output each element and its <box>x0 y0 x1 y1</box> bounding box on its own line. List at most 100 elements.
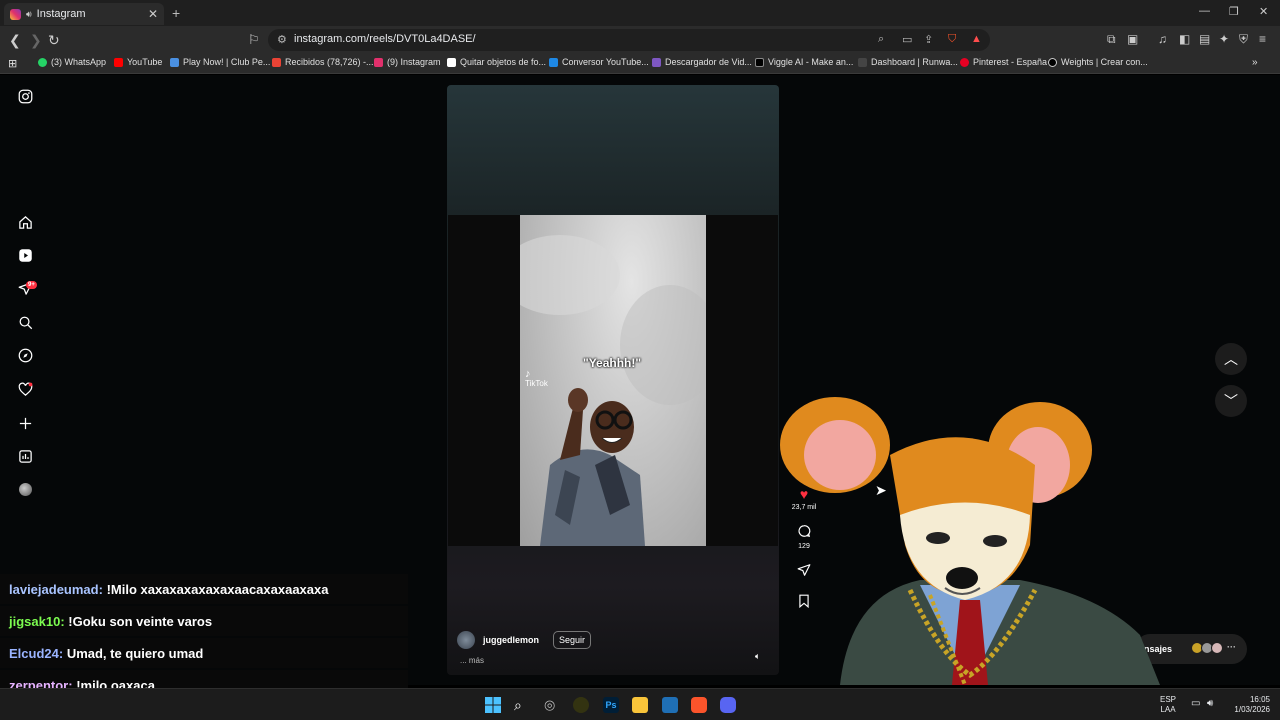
instagram-logo-icon[interactable] <box>16 89 34 107</box>
more-bookmarks-icon[interactable]: » <box>1252 57 1258 68</box>
vpn-icon[interactable]: ⛨ <box>1239 32 1248 47</box>
mute-toggle-icon[interactable]: 🔈︎ <box>755 651 760 662</box>
photoroom-icon <box>447 57 456 67</box>
bookmark-weights[interactable]: Weights | Crear con... <box>1048 57 1148 67</box>
bookmark-runway[interactable]: Dashboard | Runwa... <box>858 57 958 67</box>
instagram-icon <box>374 57 383 67</box>
new-tab-button[interactable]: + <box>172 5 180 21</box>
dashboard-insights-icon[interactable] <box>16 449 34 467</box>
club-penguin-icon <box>170 57 179 67</box>
explore-compass-icon[interactable] <box>16 348 34 366</box>
leo-ai-icon[interactable]: ✦ <box>1219 32 1229 46</box>
reels-icon[interactable] <box>16 248 34 266</box>
discord-icon[interactable] <box>720 697 736 713</box>
notifications-heart-icon[interactable] <box>16 382 34 400</box>
language-code: ESP <box>1160 695 1177 704</box>
home-icon[interactable] <box>16 215 34 233</box>
notification-badge: 9+ <box>26 281 37 289</box>
bookmark-label: (3) WhatsApp <box>51 57 107 67</box>
author-avatar[interactable] <box>457 631 475 649</box>
bookmark-descargador[interactable]: Descargador de Vid... <box>652 57 752 67</box>
bookmark-viggle[interactable]: Viggle AI - Make an... <box>755 57 853 67</box>
site-info-icon[interactable]: ⚙ <box>277 33 287 46</box>
bookmark-label: (9) Instagram <box>387 57 441 67</box>
bookmark-label: Viggle AI - Make an... <box>768 57 854 67</box>
bookmark-whatsapp[interactable]: (3) WhatsApp <box>38 57 106 67</box>
create-plus-icon[interactable] <box>16 416 34 434</box>
brave-browser-icon[interactable] <box>691 697 707 713</box>
pinterest-icon <box>960 57 969 67</box>
taskbar-search-icon[interactable]: ⌕ <box>514 697 530 713</box>
chat-username: jigsak10 <box>9 614 61 629</box>
stream-chat-overlay: laviejadeumad: !Milo xaxaxaxaxaxaxaacaxa… <box>0 574 408 702</box>
app-icon[interactable] <box>662 697 678 713</box>
zoom-icon[interactable]: ⌕ <box>878 33 884 46</box>
bookmark-label: Play Now! | Club Pe... <box>183 57 271 67</box>
clock-time: 16:05 <box>1249 695 1270 704</box>
sidebar-panel-icon[interactable]: ▣ <box>1127 32 1138 46</box>
network-icon[interactable]: ▭ <box>1191 699 1200 709</box>
media-icon[interactable]: ♫ <box>1158 32 1167 46</box>
chat-text: !Milo xaxaxaxaxaxaxaacaxaxaaxaxa <box>106 582 329 597</box>
bookmark-label: Weights | Crear con... <box>1061 57 1148 67</box>
window-close-icon[interactable]: ✕ <box>1259 5 1268 18</box>
reading-list-icon[interactable]: ◧ <box>1179 32 1190 46</box>
minimize-icon[interactable]: — <box>1199 5 1210 17</box>
brave-rewards-icon[interactable]: ▲ <box>971 33 982 45</box>
davinci-icon[interactable] <box>573 697 589 713</box>
windows-taskbar: ⌕ ◎ Ps ESP LAA ▭ 🔊︎ 16:05 1/03/2026 <box>0 688 1280 720</box>
audio-playing-icon[interactable]: 🔊︎ <box>26 9 32 20</box>
search-icon[interactable] <box>16 315 34 333</box>
previous-reel-button[interactable]: ︿ <box>1215 343 1247 375</box>
file-explorer-icon[interactable] <box>632 697 648 713</box>
apps-grid-icon[interactable]: ⊞ <box>8 57 17 70</box>
restore-icon[interactable]: ❐ <box>1229 5 1239 18</box>
chat-message: Elcud24: Umad, te quiero umad <box>0 638 408 668</box>
bookmark-conversor[interactable]: Conversor YouTube... <box>549 57 649 67</box>
chevron-down-icon: ﹀ <box>1224 393 1238 409</box>
volume-icon[interactable]: 🔊︎ <box>1207 699 1213 709</box>
author-username[interactable]: juggedlemon <box>483 635 539 645</box>
mouse-cursor-icon: ➤ <box>875 482 887 498</box>
brave-shields-icon[interactable]: ⛉ <box>948 33 956 46</box>
bookmark-club-penguin[interactable]: Play Now! | Club Pe... <box>170 57 270 67</box>
browser-tab-strip: 🔊︎ Instagram ✕ + — ❐ ✕ <box>0 0 1280 26</box>
more-caption-link[interactable]: ... más <box>460 656 484 665</box>
instagram-favicon-icon <box>10 8 21 20</box>
youtube-icon <box>114 57 123 67</box>
bookmark-gmail[interactable]: Recibidos (78,726) -... <box>272 57 374 67</box>
tiktok-watermark: ♪ TikTok <box>525 369 548 389</box>
photoshop-icon[interactable]: Ps <box>603 697 619 713</box>
bookmark-youtube[interactable]: YouTube <box>114 57 162 67</box>
windows-start-icon[interactable] <box>485 697 501 713</box>
weights-icon <box>1048 57 1057 67</box>
keyboard-language[interactable]: ESP LAA <box>1160 695 1176 715</box>
cast-icon[interactable]: ▭ <box>902 33 912 46</box>
tab-close-icon[interactable]: ✕ <box>148 7 158 21</box>
bookmarks-bar: ⊞ (3) WhatsApp YouTube Play Now! | Club … <box>0 54 1280 74</box>
downloader-icon <box>652 57 661 67</box>
video-caption: "Yeahhh!" <box>583 356 642 370</box>
url-text[interactable]: instagram.com/reels/DVT0La4DASE/ <box>294 33 476 45</box>
tab-instagram[interactable]: 🔊︎ Instagram ✕ <box>4 3 164 25</box>
clock[interactable]: 16:05 1/03/2026 <box>1226 695 1270 715</box>
share-icon[interactable]: ⇪ <box>924 33 933 46</box>
obs-icon[interactable]: ◎ <box>544 697 560 713</box>
forward-icon[interactable]: ❯ <box>30 32 42 49</box>
back-icon[interactable]: ❮ <box>9 32 21 49</box>
address-bar[interactable]: ⚙ instagram.com/reels/DVT0La4DASE/ ⌕ ▭ ⇪… <box>268 29 990 51</box>
follow-button[interactable]: Seguir <box>553 631 592 649</box>
next-reel-button[interactable]: ﹀ <box>1215 385 1247 417</box>
avatar <box>1211 642 1223 654</box>
profile-avatar[interactable] <box>16 483 34 501</box>
bookmark-quitar-objetos[interactable]: Quitar objetos de fo... <box>447 57 546 67</box>
bookmark-icon[interactable]: ⚐ <box>248 32 260 48</box>
bookmark-instagram[interactable]: (9) Instagram <box>374 57 441 67</box>
wallet-icon[interactable]: ▤ <box>1199 32 1210 46</box>
extensions-icon[interactable]: ⧉ <box>1107 32 1116 47</box>
bookmark-pinterest[interactable]: Pinterest - España <box>960 57 1047 67</box>
reload-icon[interactable]: ↻ <box>48 32 60 49</box>
menu-icon[interactable]: ≡ <box>1259 32 1266 46</box>
whatsapp-icon <box>38 57 47 67</box>
bookmark-label: Conversor YouTube... <box>562 57 649 67</box>
